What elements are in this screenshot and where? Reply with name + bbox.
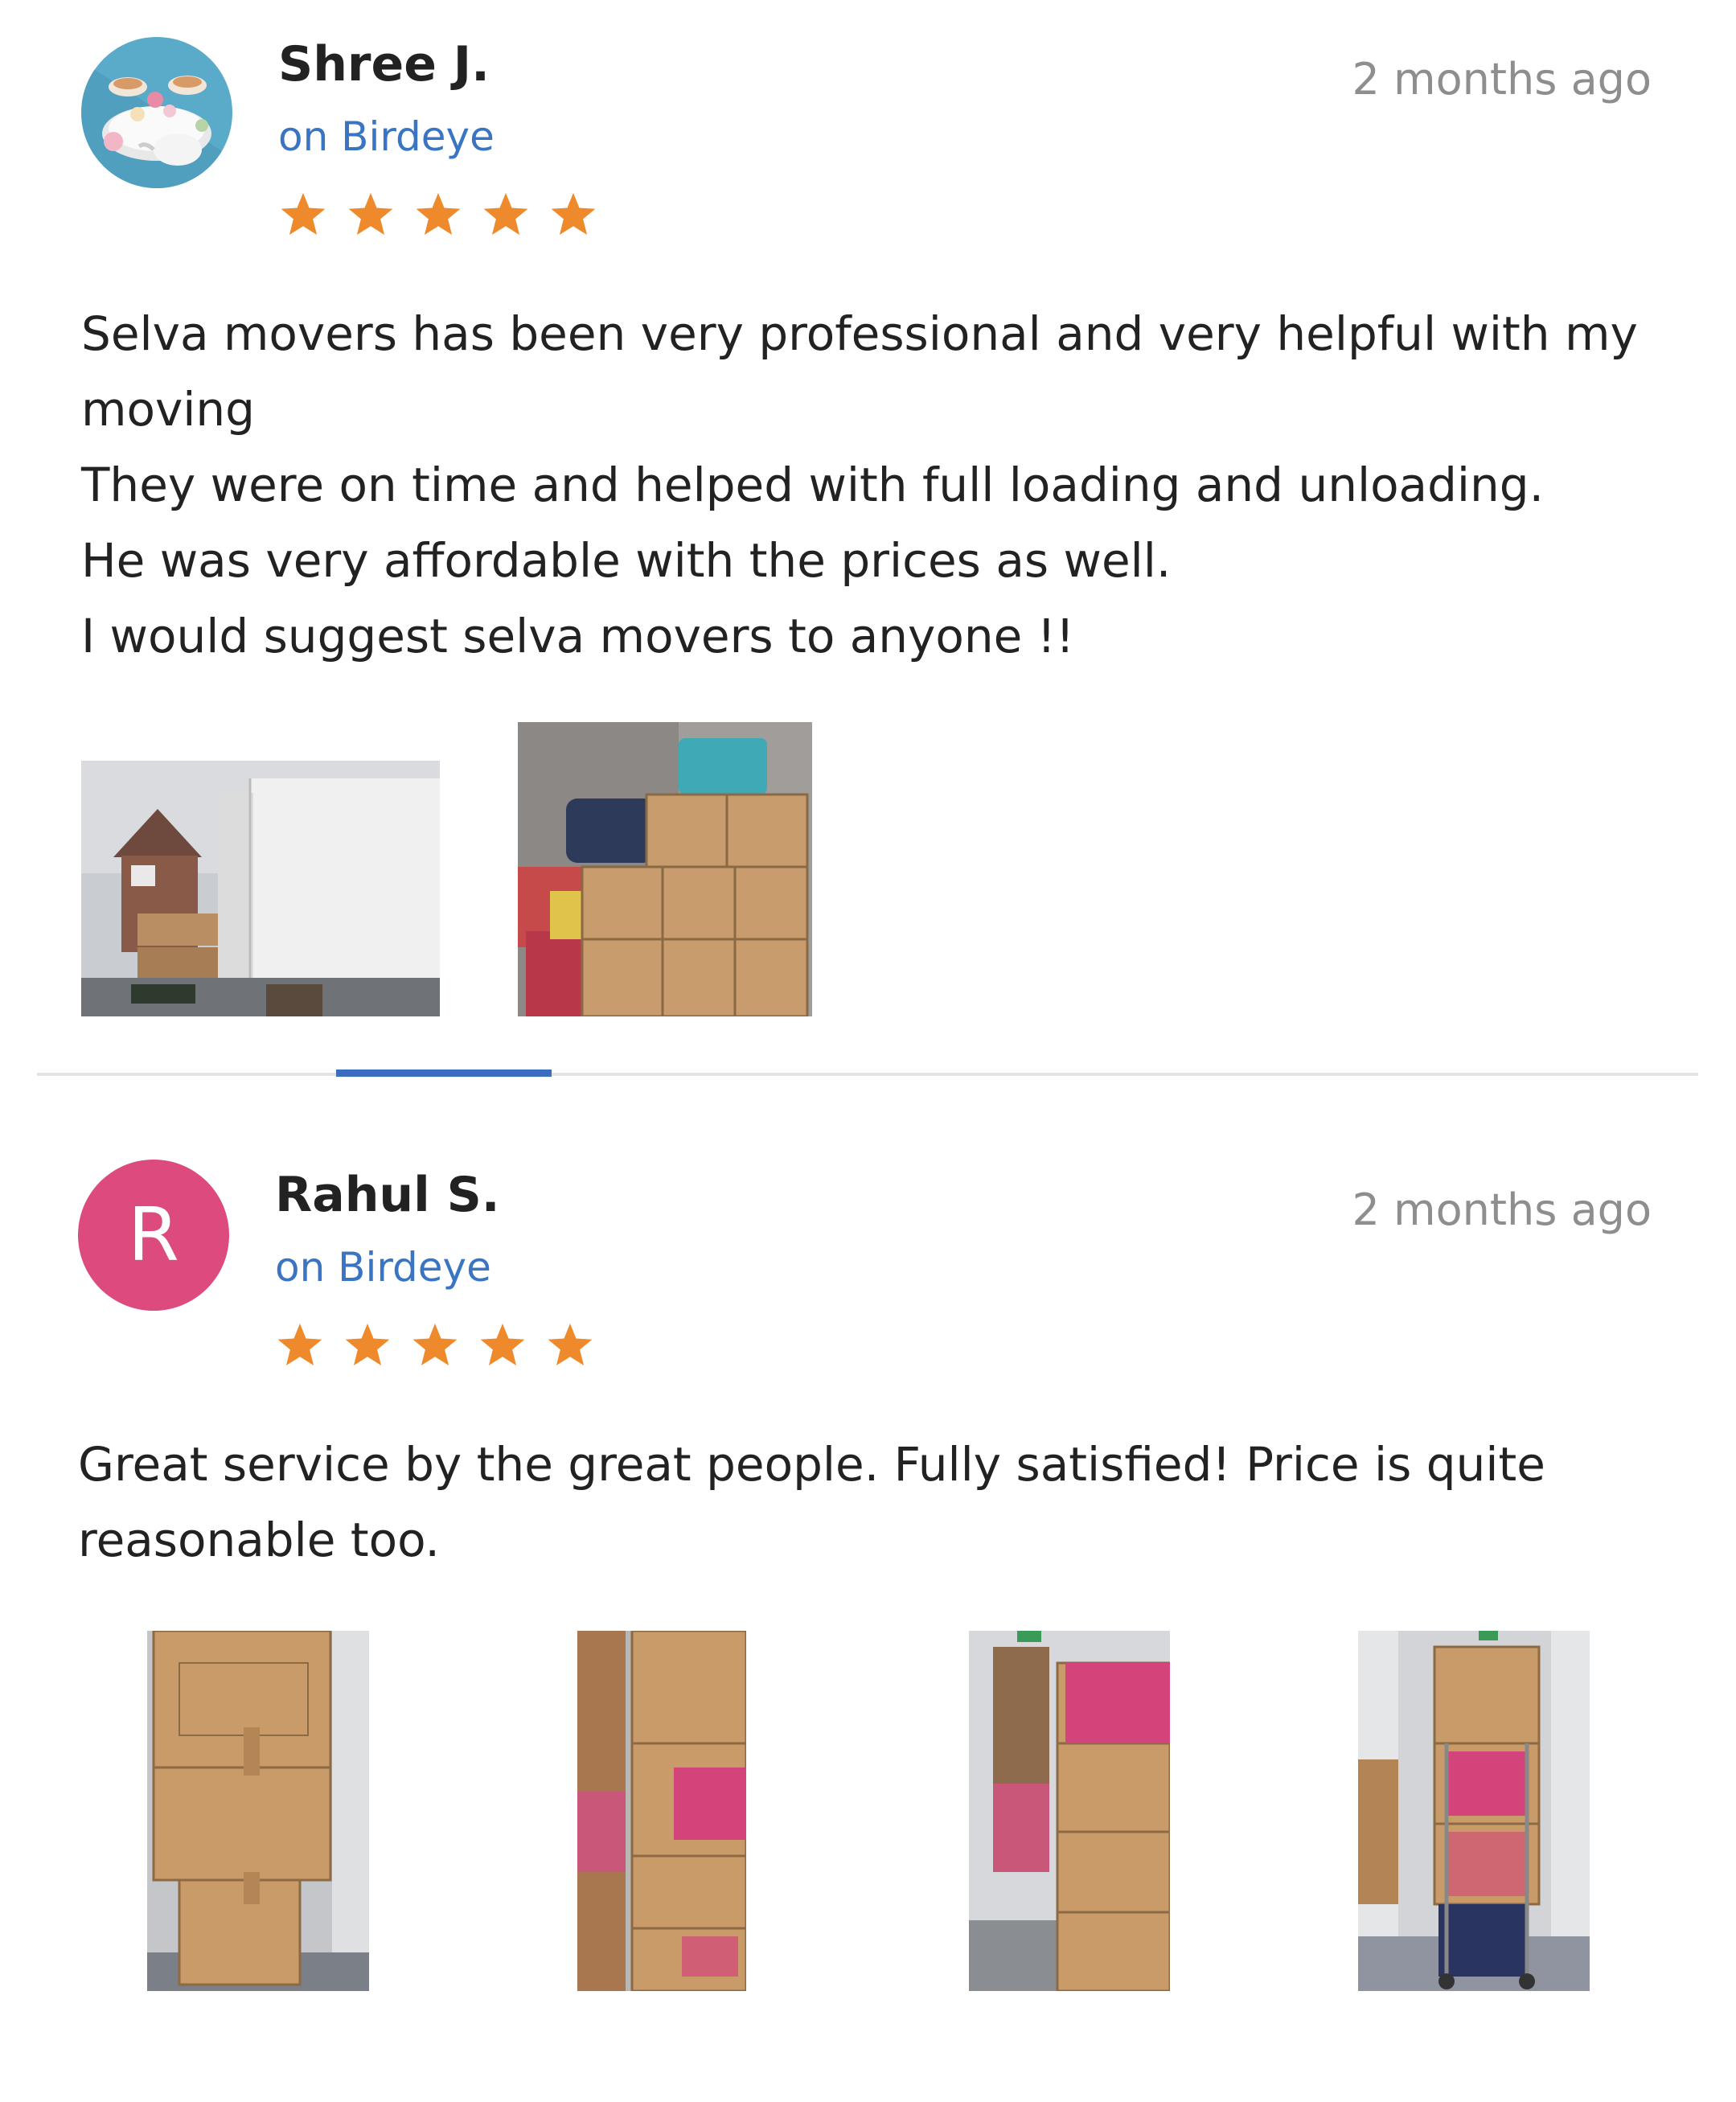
review-photo[interactable]: [147, 1631, 369, 1991]
reviewer-avatar[interactable]: R: [78, 1160, 229, 1311]
review-photo[interactable]: [577, 1631, 746, 1991]
stacked-boxes-photo-icon: [147, 1631, 369, 1991]
review-time: 2 months ago: [1352, 1184, 1652, 1235]
teapot-cups-illustration-icon: [81, 37, 232, 188]
review-card: R Rahul S. on Birdeye 2 months ago Great…: [0, 1134, 1736, 2099]
review-photo[interactable]: [1358, 1631, 1590, 1991]
star-icon: [277, 1323, 322, 1366]
star-icon: [551, 192, 596, 236]
carousel-indicator: [336, 1069, 552, 1077]
boxes-hallway-photo-icon: [577, 1631, 746, 1991]
boxes-trolley-photo-icon: [1358, 1631, 1590, 1991]
star-icon: [480, 1323, 525, 1366]
review-source-link[interactable]: on Birdeye: [275, 1243, 491, 1291]
star-icon: [412, 1323, 458, 1366]
divider: [37, 1073, 1698, 1076]
reviewer-name[interactable]: Shree J.: [278, 35, 490, 93]
review-source-link[interactable]: on Birdeye: [278, 113, 495, 161]
moving-boxes-photo-icon: [969, 1631, 1170, 1991]
star-icon: [281, 192, 326, 236]
review-time: 2 months ago: [1352, 54, 1652, 105]
review-photo[interactable]: [81, 761, 440, 1016]
star-icon: [348, 192, 393, 236]
star-icon: [416, 192, 461, 236]
star-rating: [275, 1320, 595, 1370]
star-icon: [483, 192, 528, 236]
review-text: Great service by the great people. Fully…: [78, 1437, 1545, 1567]
review-card: Shree J. on Birdeye 2 months ago Selva m…: [0, 0, 1736, 1078]
star-icon: [345, 1323, 390, 1366]
review-photo[interactable]: [969, 1631, 1170, 1991]
reviewer-name[interactable]: Rahul S.: [275, 1166, 500, 1224]
review-text: Selva movers has been very professional …: [81, 306, 1638, 663]
reviewer-avatar[interactable]: [81, 37, 232, 188]
review-photo[interactable]: [518, 722, 812, 1016]
boxes-in-van-photo-icon: [518, 722, 812, 1016]
star-rating: [278, 190, 598, 240]
moving-truck-photo-icon: [81, 761, 440, 1016]
star-icon: [548, 1323, 593, 1366]
